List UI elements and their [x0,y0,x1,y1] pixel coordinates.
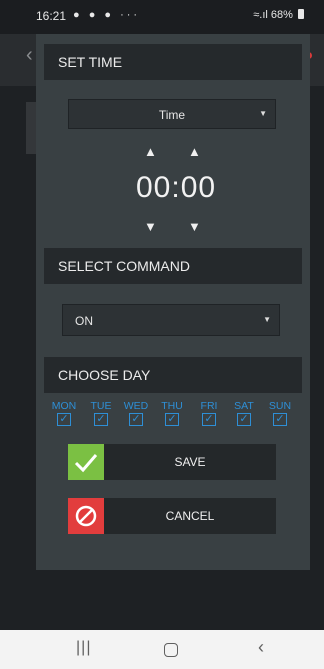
day-checkbox[interactable]: ✓ [237,413,251,426]
day-thu[interactable]: THU ✓ [158,400,186,426]
day-label: TUE [90,400,112,412]
dropdown-arrow-icon: ▼ [259,109,267,118]
day-wed[interactable]: WED ✓ [122,400,150,426]
home-icon[interactable] [164,643,178,657]
status-right: ≈.ıl 68% [253,9,304,21]
save-label: SAVE [174,455,206,469]
time-separator: : [171,171,181,204]
day-tue[interactable]: TUE ✓ [87,400,115,426]
day-checkbox[interactable]: ✓ [94,413,108,426]
day-label: THU [161,400,183,412]
day-checkbox[interactable]: ✓ [165,413,179,426]
day-checkbox[interactable]: ✓ [57,413,71,426]
cancel-label: CANCEL [165,509,215,523]
battery-percentage: 68% [270,9,293,21]
command-select[interactable]: ON ▼ [62,304,280,336]
back-nav-icon[interactable]: ‹ [258,637,264,658]
day-sun[interactable]: SUN ✓ [266,400,294,426]
hours-value[interactable]: 00 [136,171,171,204]
select-command-header: SELECT COMMAND [44,248,302,284]
set-time-header: SET TIME [44,44,302,80]
day-label: SAT [234,400,254,412]
day-fri[interactable]: FRI ✓ [195,400,223,426]
status-time: 16:21 [36,9,67,23]
day-checkbox[interactable]: ✓ [273,413,287,426]
status-notification-icons: ● ● ● ··· [73,9,141,21]
minute-down-icon[interactable]: ▼ [188,220,201,233]
schedule-dialog: SET TIME Time ▼ ▲ ▲ 00:00 ▼ ▼ SELECT COM… [36,34,310,570]
day-sat[interactable]: SAT ✓ [230,400,258,426]
back-arrow-icon[interactable]: ‹ [26,44,33,67]
status-bar: 16:21 ● ● ● ··· ≈.ıl 68% [0,0,324,34]
save-button[interactable]: SAVE [68,444,276,480]
choose-day-header: CHOOSE DAY [44,357,302,393]
time-mode-value: Time [158,108,186,122]
time-display: 00:00 [136,171,216,205]
cancel-button[interactable]: CANCEL [68,498,276,534]
minute-up-icon[interactable]: ▲ [188,145,201,158]
checkmark-icon [68,444,104,480]
day-mon[interactable]: MON ✓ [50,400,78,426]
day-label: SUN [268,400,292,412]
day-label: MON [51,400,77,412]
day-label: FRI [200,400,218,412]
hour-down-icon[interactable]: ▼ [144,220,157,233]
day-label: WED [123,400,149,412]
cancel-circle-icon [68,498,104,534]
time-mode-select[interactable]: Time ▼ [68,99,276,129]
wifi-signal-icon: ≈.ıl [253,9,268,21]
command-value: ON [75,314,93,328]
recents-icon[interactable]: ||| [76,639,91,657]
hour-up-icon[interactable]: ▲ [144,145,157,158]
minutes-value[interactable]: 00 [181,171,216,204]
system-nav-bar: ||| ‹ [0,630,324,669]
day-checkbox[interactable]: ✓ [202,413,216,426]
battery-icon [298,9,304,19]
day-checkbox[interactable]: ✓ [129,413,143,426]
dropdown-arrow-icon: ▼ [263,315,271,324]
